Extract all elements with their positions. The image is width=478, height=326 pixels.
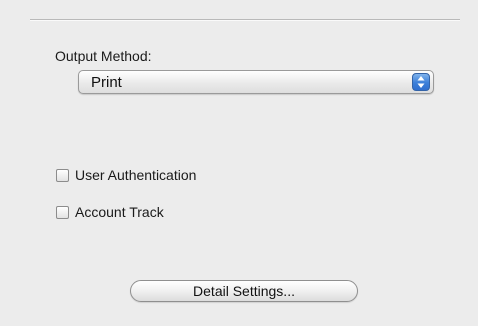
account-track-option[interactable]: Account Track bbox=[56, 203, 164, 221]
user-authentication-checkbox[interactable] bbox=[56, 168, 69, 182]
account-track-label: Account Track bbox=[75, 204, 164, 220]
up-down-chevron-icon bbox=[412, 73, 430, 91]
top-divider bbox=[30, 19, 460, 21]
detail-settings-button[interactable]: Detail Settings... bbox=[130, 280, 358, 302]
output-method-value: Print bbox=[91, 74, 122, 91]
user-authentication-option[interactable]: User Authentication bbox=[56, 166, 196, 184]
output-method-label: Output Method: bbox=[55, 48, 152, 64]
print-options-panel: Output Method: Print User Authentication… bbox=[0, 0, 478, 326]
account-track-checkbox[interactable] bbox=[56, 205, 69, 219]
user-authentication-label: User Authentication bbox=[75, 167, 197, 183]
output-method-popup[interactable]: Print bbox=[78, 70, 434, 94]
